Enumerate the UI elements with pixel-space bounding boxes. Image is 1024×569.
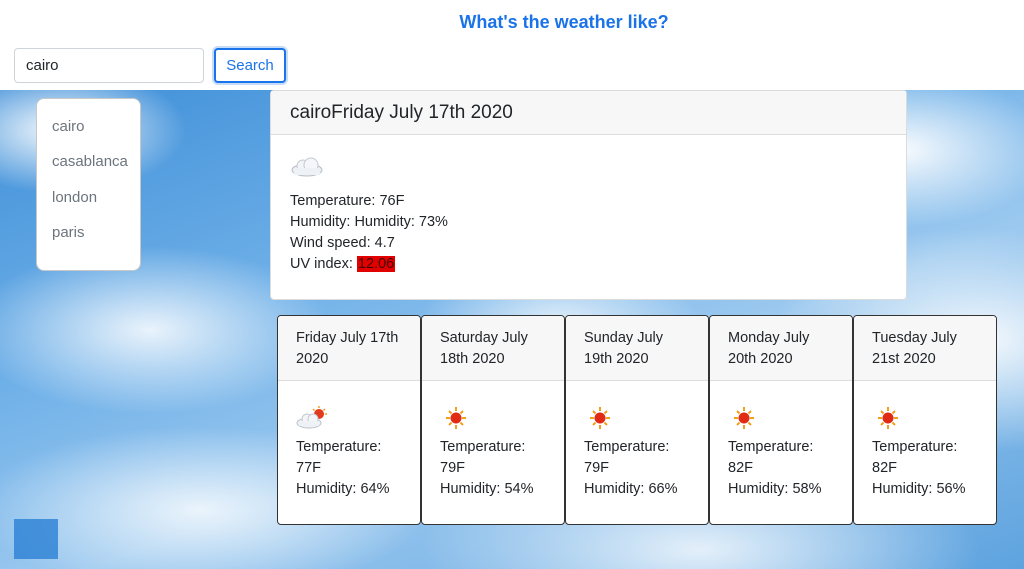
uv-index-label: UV index: (290, 256, 357, 272)
forecast-humidity: Humidity: 56% (872, 481, 966, 497)
search-button[interactable]: Search (214, 48, 286, 83)
forecast-temperature-label: Temperature: (584, 439, 670, 455)
cloud-icon (291, 157, 323, 177)
search-input[interactable] (14, 48, 204, 83)
current-weather-title: cairoFriday July 17th 2020 (271, 91, 906, 135)
current-wind-speed: Wind speed: 4.7 (290, 235, 395, 251)
forecast-date: Tuesday July 21st 2020 (854, 316, 996, 381)
forecast-temperature-label: Temperature: (440, 439, 526, 455)
history-item-casablanca[interactable]: casablanca (52, 144, 140, 179)
forecast-card: Monday July 20th 2020 Temperature: 82F H… (709, 315, 853, 525)
uv-index-badge: 12.06 (356, 256, 396, 272)
five-day-forecast: Friday July 17th 2020 Temperature: 77F H… (277, 315, 997, 525)
history-item-paris[interactable]: paris (52, 215, 140, 250)
forecast-card: Sunday July 19th 2020 Temperature: 79F H… (565, 315, 709, 525)
current-weather-card: cairoFriday July 17th 2020 Temperature: … (270, 90, 907, 300)
forecast-date: Friday July 17th 2020 (278, 316, 420, 381)
forecast-humidity: Humidity: 66% (584, 481, 678, 497)
forecast-card: Saturday July 18th 2020 Temperature: 79F… (421, 315, 565, 525)
forecast-temperature: 82F (872, 460, 897, 476)
forecast-humidity: Humidity: 58% (728, 481, 822, 497)
search-history-list: cairo casablanca london paris (36, 98, 141, 271)
history-item-cairo[interactable]: cairo (52, 109, 140, 144)
forecast-date: Saturday July 18th 2020 (422, 316, 564, 381)
partly-cloudy-icon (296, 406, 327, 429)
forecast-humidity: Humidity: 64% (296, 481, 390, 497)
forecast-date: Monday July 20th 2020 (710, 316, 852, 381)
forecast-temperature: 77F (296, 460, 321, 476)
forecast-temperature-label: Temperature: (728, 439, 814, 455)
background-artifact (14, 519, 58, 559)
sun-icon (734, 407, 754, 429)
forecast-humidity: Humidity: 54% (440, 481, 534, 497)
sun-icon (446, 407, 466, 429)
forecast-card: Tuesday July 21st 2020 Temperature: 82F … (853, 315, 997, 525)
sun-icon (878, 407, 898, 429)
header-bar: What's the weather like? Search (0, 0, 1024, 90)
forecast-temperature-label: Temperature: (296, 439, 382, 455)
history-item-london[interactable]: london (52, 180, 140, 215)
forecast-temperature: 79F (440, 460, 465, 476)
forecast-temperature: 82F (728, 460, 753, 476)
forecast-date: Sunday July 19th 2020 (566, 316, 708, 381)
forecast-temperature-label: Temperature: (872, 439, 958, 455)
forecast-card: Friday July 17th 2020 Temperature: 77F H… (277, 315, 421, 525)
app-title: What's the weather like? (459, 12, 669, 32)
current-humidity: Humidity: Humidity: 73% (290, 214, 448, 230)
forecast-temperature: 79F (584, 460, 609, 476)
current-temperature: Temperature: 76F (290, 193, 405, 209)
sun-icon (590, 407, 610, 429)
current-uv-index: UV index: 12.06 (290, 254, 887, 275)
